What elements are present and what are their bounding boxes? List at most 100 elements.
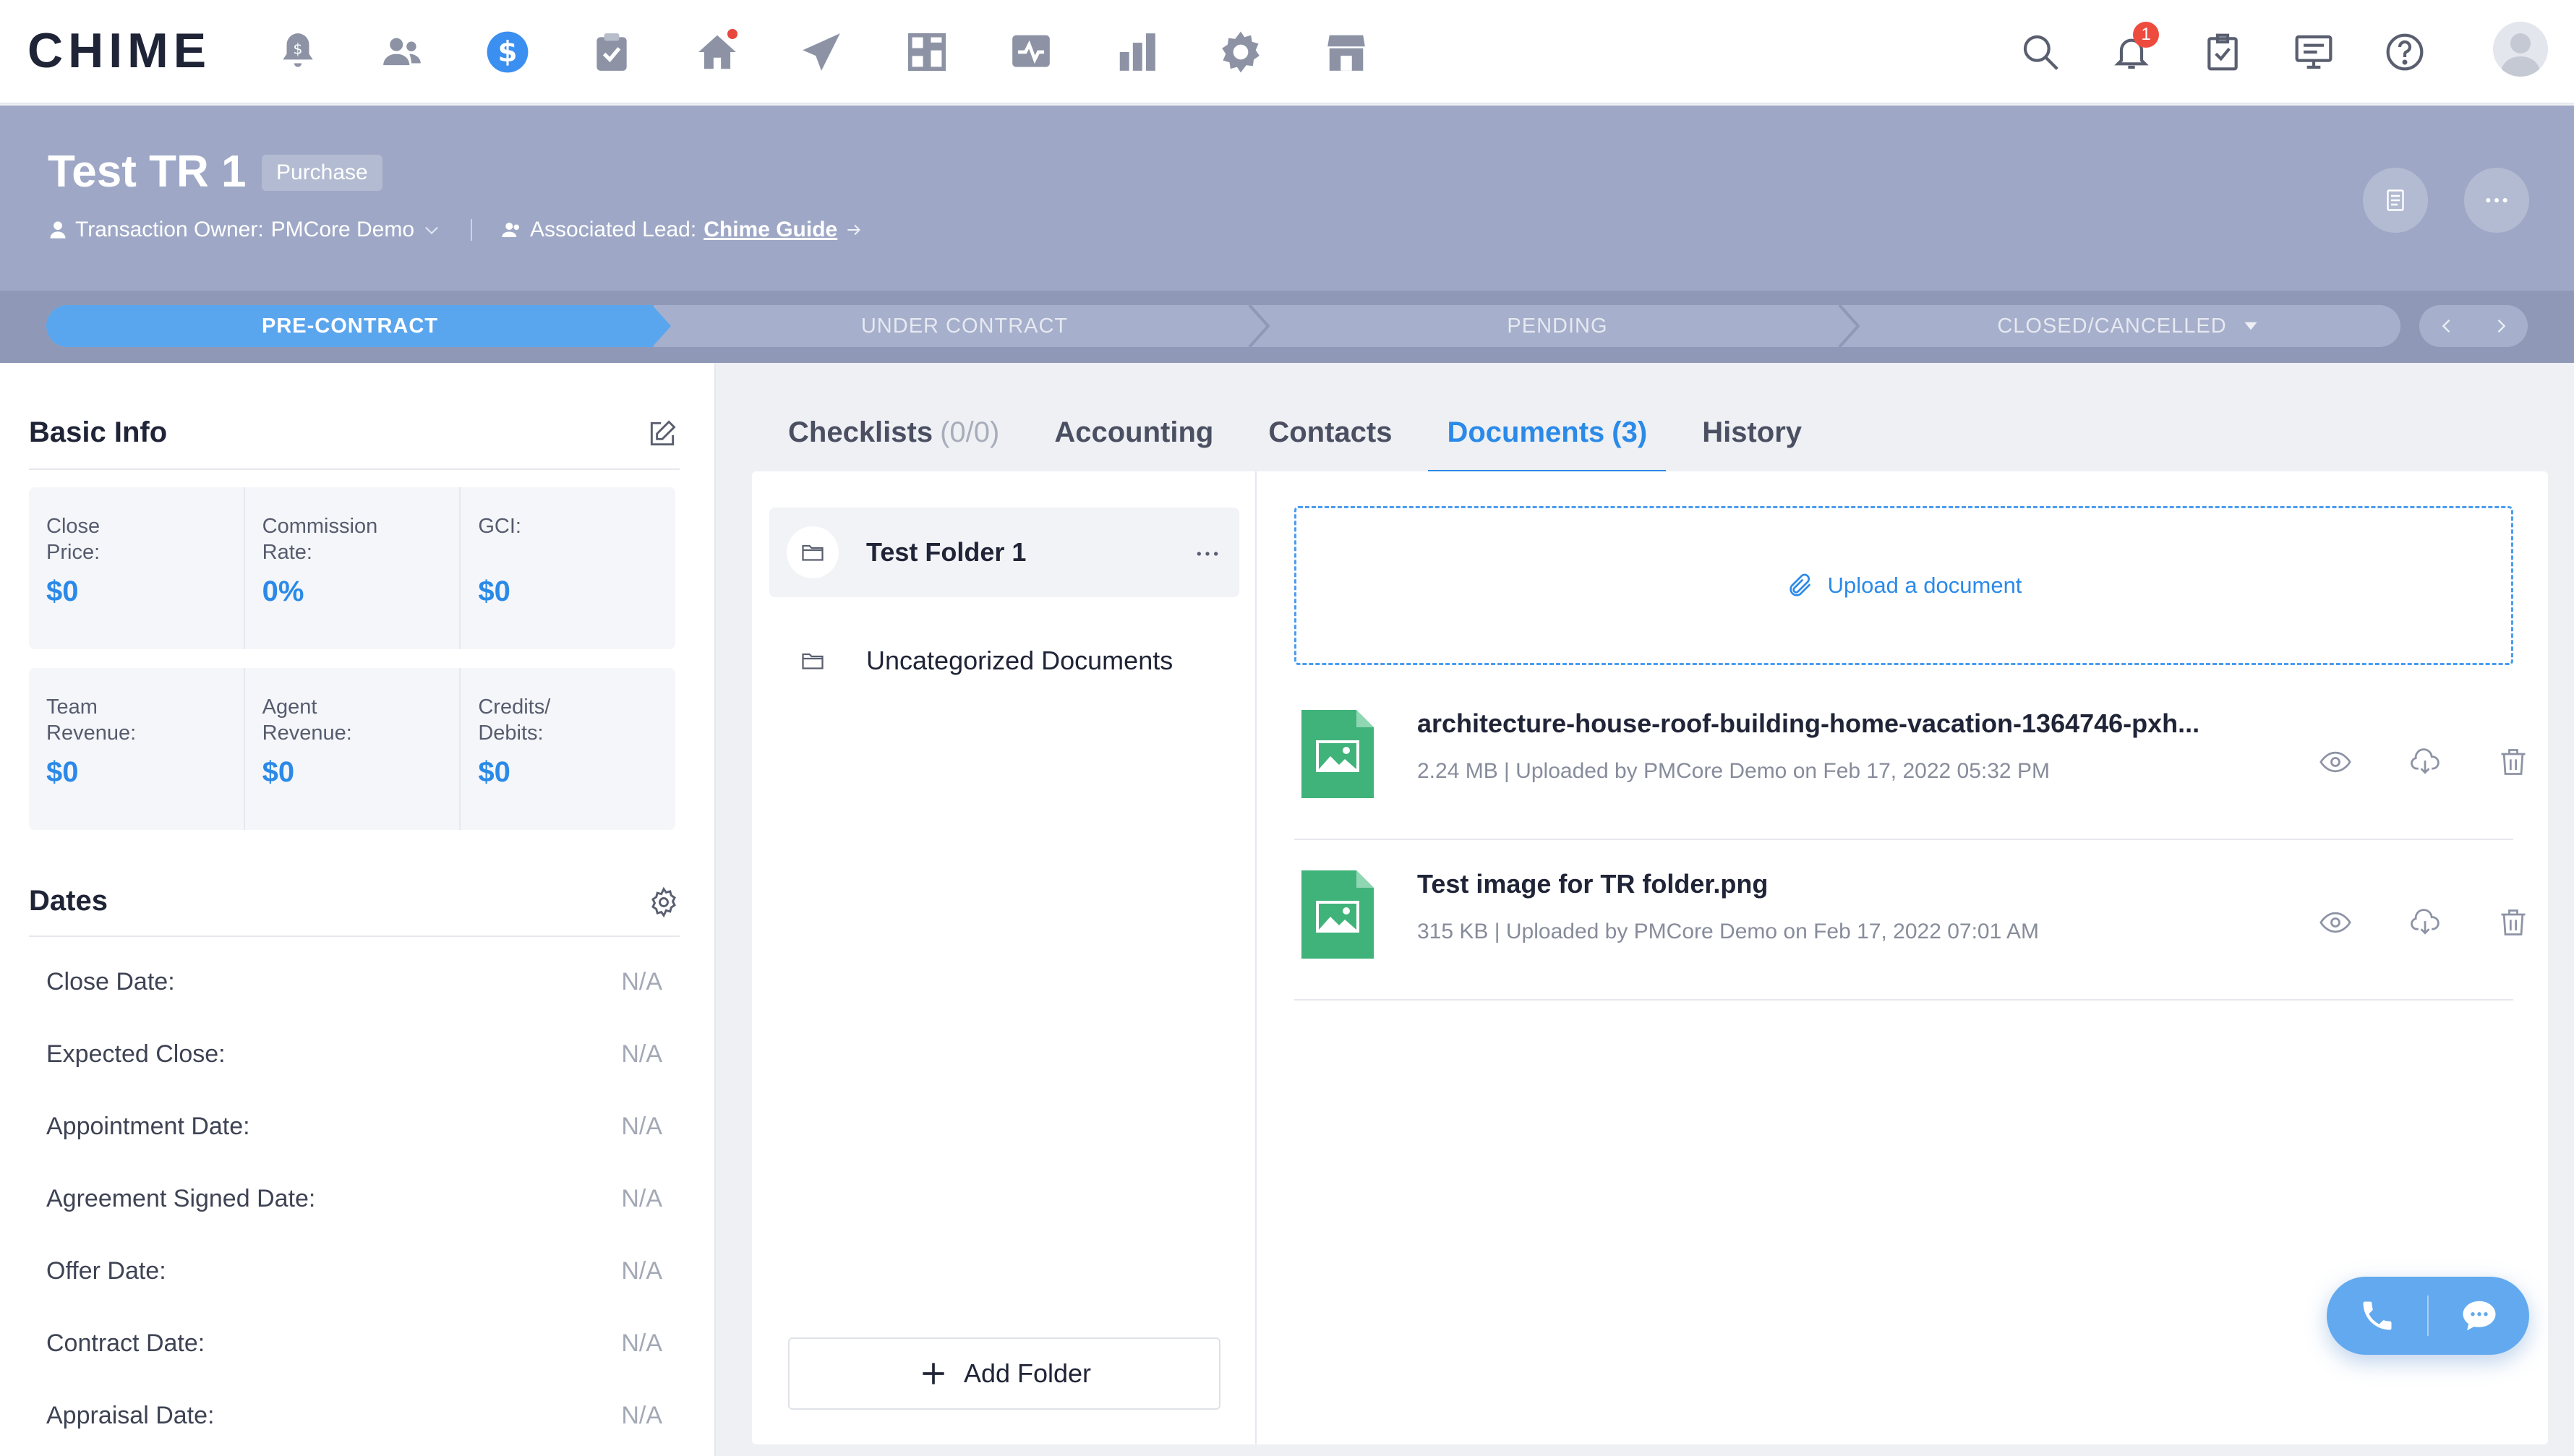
- documents-panel: Test Folder 1 Uncategorized Documents Ad…: [752, 471, 2548, 1444]
- transaction-title: Test TR 1: [48, 147, 247, 197]
- image-file-icon: [1301, 870, 1374, 959]
- document-row[interactable]: Test image for TR folder.png 315 KB | Up…: [1294, 840, 2526, 1001]
- arrow-right-icon[interactable]: [845, 220, 863, 239]
- help-icon[interactable]: [2382, 29, 2428, 75]
- avatar[interactable]: [2493, 22, 2548, 77]
- left-panel: Basic Info Close Price: $0 Commission Ra…: [0, 363, 716, 1456]
- stage-track: PRE-CONTRACT UNDER CONTRACT PENDING CLOS…: [46, 305, 2400, 347]
- tab-label: Accounting: [1054, 416, 1214, 448]
- phone-icon: [2363, 1301, 2391, 1330]
- basic-info-row-2: Team Revenue: $0 Agent Revenue: $0 Credi…: [29, 668, 675, 830]
- date-row-offer[interactable]: Offer Date: N/A: [46, 1249, 662, 1293]
- search-icon[interactable]: [2017, 29, 2064, 75]
- stage-pre-contract[interactable]: PRE-CONTRACT: [46, 305, 654, 347]
- home-icon[interactable]: [691, 26, 743, 78]
- date-value: N/A: [621, 1184, 662, 1212]
- chat-button[interactable]: [2429, 1277, 2529, 1355]
- tab-documents[interactable]: Documents (3): [1428, 390, 1666, 474]
- info-label: Agent Revenue:: [262, 695, 352, 745]
- date-row-close[interactable]: Close Date: N/A: [46, 960, 662, 1003]
- people-icon[interactable]: [376, 26, 428, 78]
- folder-item[interactable]: Uncategorized Documents: [769, 616, 1239, 706]
- dashboard-icon[interactable]: [901, 26, 953, 78]
- date-value: N/A: [621, 1112, 662, 1140]
- store-icon[interactable]: [1320, 26, 1372, 78]
- info-value: $0: [478, 756, 510, 788]
- date-label: Contract Date:: [46, 1329, 205, 1357]
- agent-revenue-cell: Agent Revenue: $0: [245, 668, 461, 830]
- chime-logo[interactable]: CHIME: [27, 26, 211, 75]
- activity-icon[interactable]: [1005, 26, 1057, 78]
- chevron-right-icon[interactable]: [2491, 316, 2511, 336]
- alert-icon[interactable]: $: [272, 26, 324, 78]
- info-label: Credits/ Debits:: [478, 695, 551, 745]
- date-row-contract[interactable]: Contract Date: N/A: [46, 1322, 662, 1365]
- task-icon[interactable]: [2199, 29, 2246, 75]
- info-value: $0: [478, 575, 510, 607]
- info-value: $0: [46, 575, 79, 607]
- trash-icon[interactable]: [2493, 742, 2534, 782]
- document-name[interactable]: Test image for TR folder.png: [1417, 869, 2285, 899]
- date-row-expected-close[interactable]: Expected Close: N/A: [46, 1032, 662, 1076]
- stage-pending[interactable]: PENDING: [1268, 305, 1847, 347]
- date-value: N/A: [621, 1040, 662, 1068]
- chevron-left-icon[interactable]: [2437, 316, 2457, 336]
- info-label: Close Price:: [46, 515, 101, 564]
- gear-icon[interactable]: [1215, 26, 1267, 78]
- stage-progress-bar: PRE-CONTRACT UNDER CONTRACT PENDING CLOS…: [0, 291, 2574, 363]
- info-value: 0%: [262, 575, 304, 607]
- associated-lead: Associated Lead: Chime Guide: [501, 218, 863, 242]
- transaction-type-badge: Purchase: [262, 155, 382, 191]
- cloud-download-icon[interactable]: [2405, 742, 2445, 782]
- eye-icon[interactable]: [2315, 902, 2356, 943]
- bar-chart-icon[interactable]: [1111, 26, 1163, 78]
- edit-icon[interactable]: [646, 418, 678, 450]
- chevron-down-icon: [425, 226, 438, 235]
- stage-closed-label: CLOSED/CANCELLED: [1997, 314, 2227, 338]
- tab-accounting[interactable]: Accounting: [1054, 390, 1213, 474]
- phone-button[interactable]: [2327, 1277, 2427, 1355]
- upload-dropzone[interactable]: Upload a document: [1294, 506, 2513, 665]
- more-options-button[interactable]: [2464, 168, 2529, 233]
- tab-label: Documents: [1447, 416, 1605, 448]
- add-folder-button[interactable]: Add Folder: [788, 1337, 1220, 1410]
- tab-checklists[interactable]: Checklists (0/0): [788, 390, 999, 474]
- notification-badge: 1: [2133, 22, 2159, 48]
- stage-under-contract[interactable]: UNDER CONTRACT: [675, 305, 1254, 347]
- date-value: N/A: [621, 1329, 662, 1357]
- lead-link[interactable]: Chime Guide: [704, 218, 837, 242]
- clipboard-check-icon[interactable]: [586, 26, 638, 78]
- document-name[interactable]: architecture-house-roof-building-home-va…: [1417, 708, 2285, 739]
- tab-history[interactable]: History: [1702, 390, 1802, 474]
- date-label: Offer Date:: [46, 1256, 166, 1285]
- document-row[interactable]: architecture-house-roof-building-home-va…: [1294, 680, 2526, 840]
- date-row-appraisal[interactable]: Appraisal Date: N/A: [46, 1394, 662, 1437]
- plus-icon: [923, 1363, 944, 1384]
- user-icon: [50, 221, 66, 239]
- presentation-icon[interactable]: [2291, 29, 2337, 75]
- svg-text:$: $: [498, 36, 518, 69]
- transaction-owner[interactable]: Transaction Owner: PMCore Demo: [48, 218, 442, 242]
- folder-item[interactable]: Test Folder 1: [769, 508, 1239, 597]
- bell-icon[interactable]: 1: [2108, 22, 2159, 75]
- close-price-cell: Close Price: $0: [29, 487, 245, 649]
- paper-plane-icon[interactable]: [795, 26, 847, 78]
- dollar-icon[interactable]: $: [482, 26, 534, 78]
- tab-label: Contacts: [1268, 416, 1393, 448]
- gci-cell: GCI: $0: [461, 487, 675, 649]
- document-icon: [2387, 189, 2404, 211]
- notes-button[interactable]: [2363, 168, 2428, 233]
- date-row-appointment[interactable]: Appointment Date: N/A: [46, 1105, 662, 1148]
- users-icon: [502, 223, 520, 237]
- chat-icon: [2463, 1301, 2495, 1331]
- stage-closed-cancelled[interactable]: CLOSED/CANCELLED: [1861, 305, 2396, 347]
- settings-icon[interactable]: [648, 886, 680, 918]
- ellipsis-icon[interactable]: [1193, 539, 1222, 568]
- cloud-download-icon[interactable]: [2405, 902, 2445, 943]
- trash-icon[interactable]: [2493, 902, 2534, 943]
- eye-icon[interactable]: [2315, 742, 2356, 782]
- lead-label: Associated Lead:: [530, 218, 697, 241]
- date-row-agreement-signed[interactable]: Agreement Signed Date: N/A: [46, 1177, 662, 1220]
- tab-contacts[interactable]: Contacts: [1268, 390, 1392, 474]
- transaction-header: Test TR 1 Purchase Transaction Owner: PM…: [0, 106, 2574, 363]
